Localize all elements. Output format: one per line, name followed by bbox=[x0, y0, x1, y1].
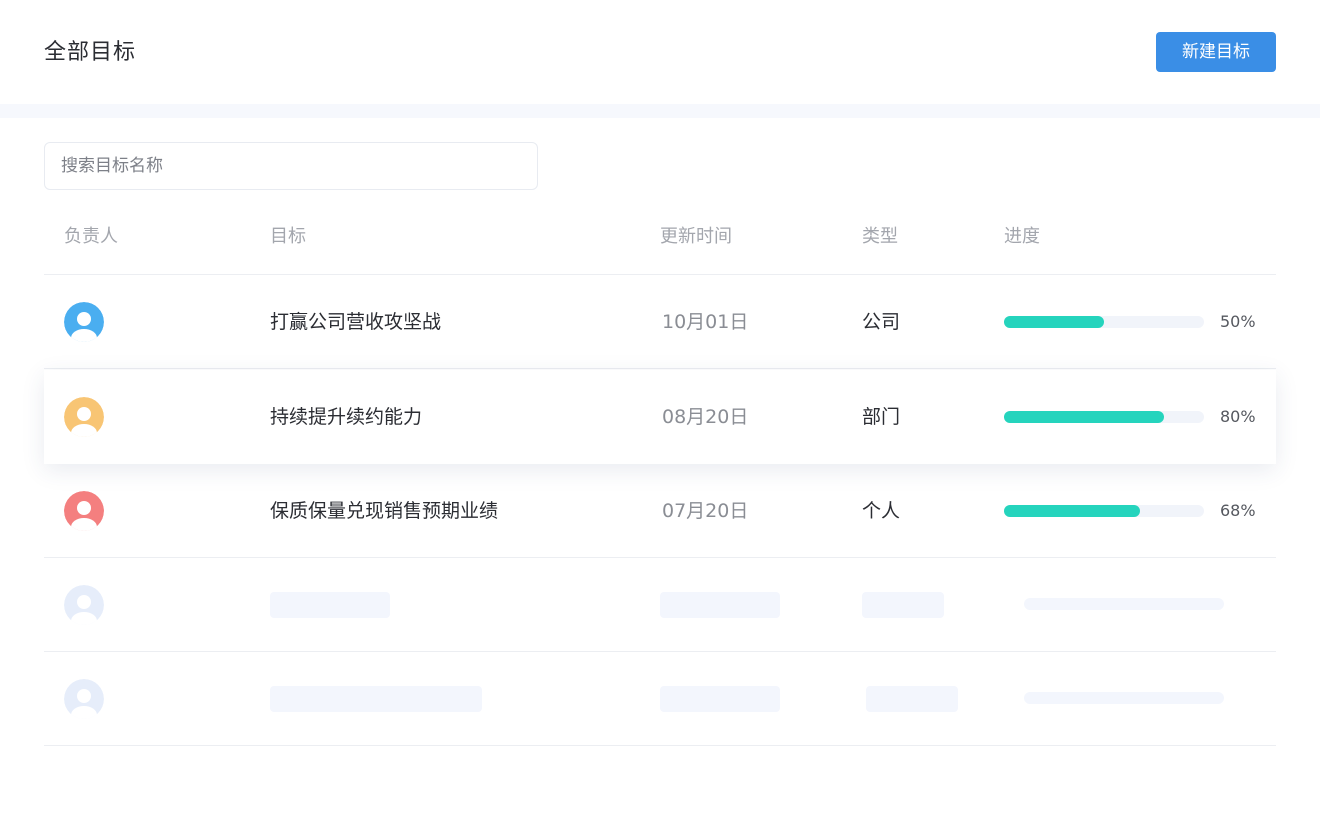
user-avatar-icon bbox=[64, 302, 104, 342]
table-row[interactable]: 保质保量兑现销售预期业绩 07月20日 个人 68% bbox=[44, 464, 1276, 558]
new-goal-button[interactable]: 新建目标 bbox=[1156, 32, 1276, 72]
goal-name: 打赢公司营收攻坚战 bbox=[270, 311, 442, 333]
skeleton-progress bbox=[1024, 598, 1224, 610]
search-input[interactable] bbox=[44, 142, 538, 190]
table-row[interactable]: 持续提升续约能力 08月20日 部门 80% bbox=[44, 370, 1276, 464]
header-divider bbox=[0, 104, 1320, 118]
goal-name: 保质保量兑现销售预期业绩 bbox=[270, 500, 499, 522]
user-avatar-icon bbox=[64, 491, 104, 531]
column-header-progress: 进度 bbox=[1004, 226, 1040, 247]
progress-percent: 50% bbox=[1220, 312, 1256, 331]
column-header-goal: 目标 bbox=[270, 226, 306, 247]
progress-fill bbox=[1004, 505, 1140, 517]
skeleton-avatar-icon bbox=[64, 585, 104, 625]
skeleton-type bbox=[862, 592, 944, 618]
goal-name: 持续提升续约能力 bbox=[270, 406, 423, 428]
column-header-type: 类型 bbox=[862, 226, 898, 247]
updated-date: 07月20日 bbox=[662, 500, 749, 522]
skeleton-progress bbox=[1024, 692, 1224, 704]
page-title: 全部目标 bbox=[44, 40, 137, 65]
column-header-owner: 负责人 bbox=[64, 226, 118, 247]
skeleton-row bbox=[44, 558, 1276, 652]
progress-percent: 80% bbox=[1220, 407, 1256, 426]
progress-fill bbox=[1004, 316, 1104, 328]
page-header: 全部目标 新建目标 bbox=[0, 0, 1320, 104]
skeleton-type bbox=[866, 686, 958, 712]
skeleton-date bbox=[660, 686, 780, 712]
progress-bar bbox=[1004, 505, 1204, 517]
progress-fill bbox=[1004, 411, 1164, 423]
progress-bar bbox=[1004, 411, 1204, 423]
goal-type: 个人 bbox=[862, 500, 901, 522]
updated-date: 08月20日 bbox=[662, 406, 749, 428]
skeleton-avatar-icon bbox=[64, 679, 104, 719]
column-header-updated: 更新时间 bbox=[660, 226, 732, 247]
goal-type: 公司 bbox=[862, 311, 901, 333]
progress-bar bbox=[1004, 316, 1204, 328]
user-avatar-icon bbox=[64, 397, 104, 437]
progress-percent: 68% bbox=[1220, 501, 1256, 520]
goal-type: 部门 bbox=[862, 406, 901, 428]
table-row[interactable]: 打赢公司营收攻坚战 10月01日 公司 50% bbox=[44, 275, 1276, 369]
updated-date: 10月01日 bbox=[662, 311, 749, 333]
skeleton-row bbox=[44, 652, 1276, 746]
skeleton-date bbox=[660, 592, 780, 618]
skeleton-goal bbox=[270, 592, 390, 618]
skeleton-goal bbox=[270, 686, 482, 712]
